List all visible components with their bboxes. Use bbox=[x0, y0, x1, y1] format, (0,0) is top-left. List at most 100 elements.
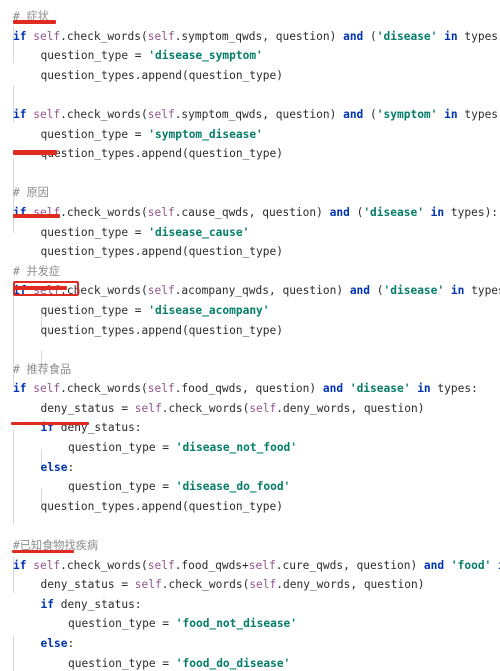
code-token-pln: .acompany_qwds, question) bbox=[174, 284, 350, 298]
code-line[interactable]: deny_status = self.check_words(self.deny… bbox=[0, 399, 500, 419]
code-token-str: 'food' bbox=[450, 558, 492, 572]
code-line[interactable]: question_type = 'disease_cause' bbox=[0, 223, 500, 243]
code-token-pln: question_type = bbox=[40, 303, 149, 317]
code-token-kw: if bbox=[13, 29, 34, 43]
code-token-cmt: # 并发症 bbox=[13, 264, 61, 278]
code-token-slf: self bbox=[33, 205, 61, 219]
code-token-pln: .check_words( bbox=[60, 107, 148, 121]
code-token-str: 'disease' bbox=[383, 284, 445, 298]
code-token-str: 'symptom' bbox=[376, 107, 438, 121]
code-token-pln: .symptom_qwds, question) bbox=[174, 29, 344, 43]
code-token-slf: self bbox=[33, 284, 61, 298]
code-line[interactable]: question_types.append(question_type) bbox=[0, 66, 500, 86]
code-token-pln: : bbox=[67, 637, 75, 650]
code-token-slf: self bbox=[134, 401, 162, 415]
code-token-pln: : bbox=[67, 460, 75, 474]
code-token-pln: question_type = bbox=[68, 480, 176, 494]
code-line[interactable]: question_type = 'disease_do_food' bbox=[0, 477, 500, 497]
code-token-kw: if bbox=[13, 382, 34, 396]
code-line[interactable]: question_type = 'disease_acompany' bbox=[0, 301, 500, 321]
code-line[interactable]: # 原因 bbox=[0, 183, 500, 203]
code-token-pln: types: bbox=[437, 382, 478, 396]
code-line[interactable]: if self.check_words(self.symptom_qwds, q… bbox=[0, 27, 500, 47]
code-token-pln: .food_qwds, question) bbox=[174, 382, 323, 396]
code-token-pln: types): bbox=[464, 107, 500, 121]
code-line[interactable] bbox=[0, 516, 500, 536]
code-token-pln: question_types.append(question_type) bbox=[40, 245, 283, 259]
code-token-slf: self bbox=[147, 107, 175, 121]
code-line[interactable]: #已知食物找疾病 bbox=[0, 536, 500, 556]
code-token-kw: in bbox=[437, 107, 465, 121]
code-line[interactable]: question_type = 'disease_symptom' bbox=[0, 46, 500, 66]
code-line[interactable]: else: bbox=[0, 458, 500, 478]
code-token-pln: .check_words( bbox=[60, 284, 148, 298]
code-line[interactable]: question_type = 'food_not_disease' bbox=[0, 614, 500, 634]
code-token-kw: and bbox=[349, 284, 377, 298]
code-line[interactable] bbox=[0, 164, 500, 184]
code-token-pln: .food_qwds+ bbox=[174, 558, 249, 572]
code-token-cmt: # 推荐食品 bbox=[13, 362, 72, 376]
code-token-pln: .check_words( bbox=[60, 382, 148, 396]
code-token-str: 'disease_symptom' bbox=[148, 49, 263, 63]
code-token-str: 'disease_cause' bbox=[148, 225, 250, 239]
code-line[interactable]: question_types.append(question_type) bbox=[0, 242, 500, 262]
code-token-kw: in bbox=[444, 284, 472, 298]
code-token-pln: types): bbox=[464, 29, 500, 43]
code-token-kw: in bbox=[423, 205, 451, 219]
code-line[interactable] bbox=[0, 85, 500, 105]
code-line[interactable]: question_type = 'symptom_disease' bbox=[0, 125, 500, 145]
code-lines: # 症状 if self.check_words(self.symptom_qwd… bbox=[0, 7, 500, 671]
code-token-pln: ( bbox=[370, 29, 377, 43]
code-line[interactable] bbox=[0, 340, 500, 360]
code-line[interactable]: else: bbox=[0, 634, 500, 654]
code-token-slf: self bbox=[147, 382, 175, 396]
code-line[interactable]: if self.check_words(self.food_qwds+self.… bbox=[0, 556, 500, 576]
code-token-slf: self bbox=[33, 558, 61, 572]
code-line[interactable]: # 症状 bbox=[0, 7, 500, 27]
code-token-slf: self bbox=[248, 558, 276, 572]
code-token-kw: if bbox=[13, 284, 34, 298]
code-token-kw: if bbox=[40, 597, 61, 611]
code-line[interactable]: # 推荐食品 bbox=[0, 360, 500, 380]
code-line[interactable]: question_types.append(question_type) bbox=[0, 497, 500, 517]
code-token-str: 'food_do_disease' bbox=[175, 656, 291, 670]
code-line[interactable]: question_type = 'food_do_disease' bbox=[0, 654, 500, 671]
code-line[interactable]: # 并发症 bbox=[0, 262, 500, 282]
code-token-pln: question_types.append(question_type) bbox=[40, 323, 283, 337]
code-token-kw: and bbox=[322, 382, 350, 396]
code-token-kw: else bbox=[40, 460, 68, 474]
code-token-slf: self bbox=[33, 107, 61, 121]
code-token-pln: question_type = bbox=[40, 225, 149, 239]
code-token-str: 'symptom_disease' bbox=[148, 127, 263, 141]
code-token-pln: .cure_qwds, question) bbox=[275, 558, 424, 572]
code-token-slf: self bbox=[134, 578, 162, 592]
code-token-pln: .symptom_qwds, question) bbox=[174, 107, 344, 121]
code-token-str: 'disease' bbox=[349, 382, 411, 396]
code-token-slf: self bbox=[249, 578, 277, 592]
code-token-slf: self bbox=[147, 205, 175, 219]
code-line[interactable]: if self.check_words(self.acompany_qwds, … bbox=[0, 281, 500, 301]
code-token-pln: .deny_words, question) bbox=[276, 401, 425, 415]
code-line[interactable]: if deny_status: bbox=[0, 595, 500, 615]
code-token-cmt: # 原因 bbox=[13, 186, 49, 200]
code-token-pln: question_type = bbox=[40, 49, 149, 63]
code-line[interactable]: question_types.append(question_type) bbox=[0, 144, 500, 164]
code-editor-view[interactable]: # 症状 if self.check_words(self.symptom_qwd… bbox=[0, 0, 500, 671]
code-token-pln: deny_status = bbox=[40, 578, 135, 592]
code-line[interactable]: question_types.append(question_type) bbox=[0, 321, 500, 341]
code-token-slf: self bbox=[249, 401, 277, 415]
code-token-pln: .check_words( bbox=[161, 401, 250, 415]
code-line[interactable]: question_type = 'disease_not_food' bbox=[0, 438, 500, 458]
code-token-pln: .check_words( bbox=[60, 205, 148, 219]
code-line[interactable]: deny_status = self.check_words(self.deny… bbox=[0, 575, 500, 595]
code-token-pln: question_types.append(question_type) bbox=[40, 499, 283, 513]
code-line[interactable]: if self.check_words(self.cause_qwds, que… bbox=[0, 203, 500, 223]
code-token-cmt: # 症状 bbox=[13, 10, 49, 23]
code-token-str: 'disease_not_food' bbox=[175, 441, 298, 455]
code-token-pln: question_type = bbox=[40, 127, 149, 141]
code-line[interactable]: if self.check_words(self.food_qwds, ques… bbox=[0, 379, 500, 399]
code-line[interactable]: if deny_status: bbox=[0, 418, 500, 438]
code-line[interactable]: if self.check_words(self.symptom_qwds, q… bbox=[0, 105, 500, 125]
code-token-kw: in bbox=[491, 559, 500, 572]
code-token-pln: .deny_words, question) bbox=[276, 578, 425, 592]
